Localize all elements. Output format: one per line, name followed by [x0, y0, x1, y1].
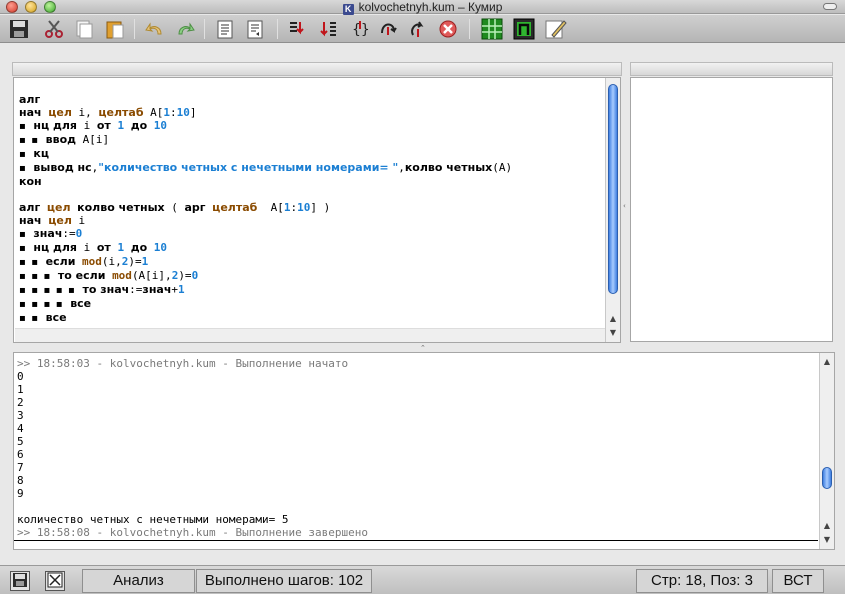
output-line: 1	[17, 383, 24, 396]
code-line-text: алг	[19, 93, 41, 106]
run-to-end-icon[interactable]	[316, 17, 340, 41]
redo-icon[interactable]	[173, 17, 197, 41]
code-line: ▪ знач:=0	[19, 227, 83, 240]
output-line: 0	[17, 370, 24, 383]
scroll-down-arrow-icon[interactable]: ▼	[822, 535, 832, 545]
side-panel-header-strip	[630, 62, 833, 76]
output-console[interactable]: >> 18:58:03 - kolvochetnyh.kum - Выполне…	[13, 352, 835, 550]
code-line: нач цел i	[19, 214, 86, 227]
pencil-icon[interactable]	[544, 17, 568, 41]
editor-scrollbar[interactable]: ▲ ▼	[605, 78, 620, 342]
cursor-position: Стр: 18, Поз: 3	[636, 569, 768, 593]
output-line: 9	[17, 487, 24, 500]
cut-icon[interactable]	[42, 17, 66, 41]
output-scroll-thumb[interactable]	[822, 467, 832, 489]
p-icon[interactable]	[512, 17, 536, 41]
step-out-icon[interactable]	[405, 17, 429, 41]
editor-scroll-thumb[interactable]	[608, 84, 618, 294]
code-line: ▪ ▪ ввод A[i]	[19, 133, 110, 146]
app-icon: K	[342, 4, 354, 15]
scroll-down-arrow-icon[interactable]: ▼	[608, 328, 618, 338]
window-title: kolvochetnyh.kum – Кумир	[358, 0, 503, 14]
editor-header-strip	[12, 62, 622, 76]
scroll-up-arrow-icon[interactable]: ▲	[822, 357, 832, 367]
output-separator	[14, 540, 818, 541]
toolbar-separator	[469, 19, 470, 39]
window-title-wrap: Kkolvochetnyh.kum – Кумир	[0, 0, 845, 15]
code-line: ▪ ▪ ▪ ▪ ▪ то знач:=знач+1	[19, 283, 185, 296]
output-line: 8	[17, 474, 24, 487]
result-line: количество четных с нечетными номерами= …	[17, 513, 289, 526]
analysis-button[interactable]: Анализ	[82, 569, 195, 593]
output-line: 5	[17, 435, 24, 448]
editor-hscroll[interactable]	[15, 328, 605, 342]
insert-algorithm-icon[interactable]	[213, 17, 237, 41]
step-over-icon[interactable]	[376, 17, 400, 41]
horizontal-splitter[interactable]: ⌃	[420, 344, 426, 352]
code-line: алг цел колво четных ( арг целтаб A[1:10…	[19, 201, 331, 214]
code-editor[interactable]: алг нач цел i, целтаб A[1:10] ▪ нц для i о…	[13, 77, 621, 343]
compile-icon[interactable]	[243, 17, 267, 41]
code-line: ▪ ▪ все	[19, 311, 67, 324]
output-line: 7	[17, 461, 24, 474]
insert-mode-indicator: ВСТ	[772, 569, 824, 593]
run-step-icon[interactable]	[286, 17, 310, 41]
code-line: алг	[19, 93, 512, 106]
code-line: ▪ ▪ если mod(i,2)=1	[19, 255, 149, 268]
steps-counter: Выполнено шагов: 102	[196, 569, 372, 593]
save-output-icon[interactable]	[10, 571, 30, 591]
scroll-up-arrow-icon[interactable]: ▲	[822, 521, 832, 531]
side-panel	[630, 77, 833, 342]
copy-icon[interactable]	[72, 17, 96, 41]
scroll-up-arrow-icon[interactable]: ▲	[608, 314, 618, 324]
step-into-icon[interactable]: {}	[348, 17, 372, 41]
output-line: 4	[17, 422, 24, 435]
output-line: 3	[17, 409, 24, 422]
code-line: нач цел i, целтаб A[1:10]	[19, 106, 197, 119]
toolbar: {}	[0, 15, 845, 43]
code-line: ▪ нц для i от 1 до 10	[19, 241, 168, 254]
output-scrollbar[interactable]: ▲ ▲ ▼	[819, 353, 834, 549]
toolbar-separator	[277, 19, 278, 39]
splitter-handle-icon: ‹	[623, 202, 626, 210]
code-line: ▪ нц для i от 1 до 10	[19, 119, 168, 132]
paste-icon[interactable]	[103, 17, 127, 41]
title-bar: Kkolvochetnyh.kum – Кумир	[0, 0, 845, 15]
end-log-line: >> 18:58:08 - kolvochetnyh.kum - Выполне…	[17, 526, 368, 539]
clear-output-icon[interactable]	[45, 571, 65, 591]
code-line: кон	[19, 175, 42, 188]
toolbar-separator	[134, 19, 135, 39]
start-log-line: >> 18:58:03 - kolvochetnyh.kum - Выполне…	[17, 357, 349, 370]
code-line: ▪ ▪ ▪ то если mod(A[i],2)=0	[19, 269, 199, 282]
toolbar-toggle-button[interactable]	[823, 3, 837, 10]
status-bar: Анализ Выполнено шагов: 102 Стр: 18, Поз…	[0, 565, 845, 594]
code-text[interactable]: алг нач цел i, целтаб A[1:10] ▪ нц для i о…	[19, 80, 513, 342]
stop-icon[interactable]	[436, 17, 460, 41]
output-blank-line	[17, 500, 368, 513]
save-icon[interactable]	[7, 17, 31, 41]
grid-icon[interactable]	[480, 17, 504, 41]
output-text: >> 18:58:03 - kolvochetnyh.kum - Выполне…	[17, 357, 368, 539]
output-line: 6	[17, 448, 24, 461]
undo-icon[interactable]	[143, 17, 167, 41]
vertical-splitter[interactable]: ‹	[623, 62, 629, 344]
code-line: ▪ ▪ ▪ ▪ все	[19, 297, 92, 310]
code-line: ▪ вывод нс,"количество четных с нечетным…	[19, 161, 513, 174]
output-line: 2	[17, 396, 24, 409]
code-line: ▪ кц	[19, 147, 50, 160]
toolbar-separator	[204, 19, 205, 39]
